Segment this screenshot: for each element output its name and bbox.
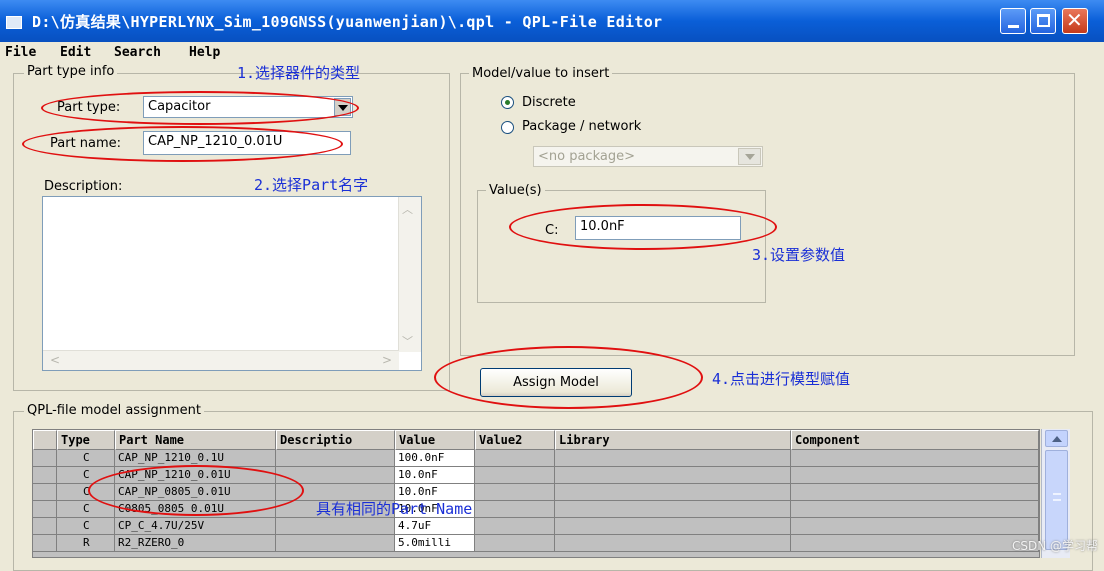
window-title: D:\仿真结果\HYPERLYNX_Sim_109GNSS(yuanwenjia… — [32, 13, 663, 31]
annotation-same-name: 具有相同的Part Name — [316, 500, 473, 518]
annotation-ellipse-part-name — [22, 126, 343, 162]
table-cell-value[interactable]: 5.0milli — [395, 535, 475, 552]
row-header-corner — [33, 430, 57, 450]
table-cell-library[interactable] — [555, 450, 791, 467]
model-value-label: Model/value to insert — [469, 66, 613, 81]
table-cell-value2[interactable] — [475, 501, 555, 518]
row-selector[interactable] — [33, 467, 57, 484]
radio-discrete-label: Discrete — [522, 95, 576, 110]
menu-help[interactable]: Help — [189, 45, 220, 60]
table-cell-value2[interactable] — [475, 450, 555, 467]
row-selector[interactable] — [33, 501, 57, 518]
chevron-up-icon — [1052, 436, 1062, 442]
description-textarea[interactable]: ︿ ﹀ < > — [42, 196, 422, 371]
col-header-description[interactable]: Descriptio — [276, 430, 395, 450]
minimize-icon — [1008, 25, 1019, 28]
qpl-assignment-label: QPL-file model assignment — [24, 403, 204, 418]
annotation-ellipse-value — [509, 204, 777, 250]
col-header-component[interactable]: Component — [791, 430, 1039, 450]
table-cell-library[interactable] — [555, 518, 791, 535]
table-cell-value2[interactable] — [475, 467, 555, 484]
annotation-step4: 4.点击进行模型赋值 — [712, 370, 851, 388]
table-cell-value2[interactable] — [475, 484, 555, 501]
maximize-icon — [1037, 14, 1050, 27]
radio-package-label: Package / network — [522, 119, 642, 134]
table-cell-value[interactable]: 4.7uF — [395, 518, 475, 535]
col-header-library[interactable]: Library — [555, 430, 791, 450]
annotation-ellipse-assign — [434, 346, 703, 409]
row-selector[interactable] — [33, 450, 57, 467]
menu-edit[interactable]: Edit — [60, 45, 91, 60]
title-bar: D:\仿真结果\HYPERLYNX_Sim_109GNSS(yuanwenjia… — [0, 0, 1104, 42]
table-cell-type[interactable]: C — [57, 518, 115, 535]
col-header-part-name[interactable]: Part Name — [115, 430, 276, 450]
table-cell-component[interactable] — [791, 484, 1039, 501]
package-select[interactable]: <no package> — [533, 146, 763, 167]
table-cell-library[interactable] — [555, 535, 791, 552]
menu-file[interactable]: File — [5, 45, 36, 60]
annotation-step2: 2.选择Part名字 — [254, 176, 369, 194]
table-cell-library[interactable] — [555, 484, 791, 501]
menu-search[interactable]: Search — [114, 45, 161, 60]
radio-discrete[interactable] — [501, 96, 514, 109]
table-cell-value[interactable]: 100.0nF — [395, 450, 475, 467]
minimize-button[interactable] — [1000, 8, 1026, 34]
scroll-thumb[interactable] — [1045, 450, 1068, 550]
package-dropdown-button[interactable] — [738, 148, 761, 165]
annotation-step3: 3.设置参数值 — [752, 246, 846, 264]
watermark: CSDN @学习帮 — [1011, 539, 1098, 553]
row-selector[interactable] — [33, 518, 57, 535]
table-cell-library[interactable] — [555, 467, 791, 484]
col-header-type[interactable]: Type — [57, 430, 115, 450]
table-cell-type[interactable]: C — [57, 450, 115, 467]
table-cell-component[interactable] — [791, 450, 1039, 467]
description-label: Description: — [44, 179, 123, 194]
maximize-button[interactable] — [1030, 8, 1056, 34]
menu-bar: File Edit Search Help — [0, 42, 1104, 64]
table-cell-component[interactable] — [791, 518, 1039, 535]
col-header-value2[interactable]: Value2 — [475, 430, 555, 450]
radio-package[interactable] — [501, 121, 514, 134]
row-selector[interactable] — [33, 484, 57, 501]
table-cell-description[interactable] — [276, 535, 395, 552]
part-type-info-label: Part type info — [24, 64, 118, 79]
table-cell-part-name[interactable]: CP_C_4.7U/25V — [115, 518, 276, 535]
grip-icon — [1053, 493, 1061, 501]
scroll-left-icon: < — [50, 353, 61, 367]
scroll-up-button[interactable] — [1045, 430, 1068, 447]
table-cell-type[interactable]: R — [57, 535, 115, 552]
annotation-step1: 1.选择器件的类型 — [237, 64, 361, 82]
table-cell-value2[interactable] — [475, 518, 555, 535]
app-icon — [6, 16, 22, 29]
scroll-up-icon: ︿ — [402, 203, 413, 216]
values-group-label: Value(s) — [486, 183, 545, 198]
annotation-ellipse-part-type — [41, 91, 359, 125]
scroll-right-icon: > — [381, 353, 392, 367]
scroll-down-icon: ﹀ — [402, 335, 413, 348]
table-cell-value2[interactable] — [475, 535, 555, 552]
table-cell-component[interactable] — [791, 467, 1039, 484]
chevron-down-icon — [745, 154, 755, 160]
table-cell-component[interactable] — [791, 535, 1039, 552]
description-hscroll[interactable]: < > — [43, 350, 399, 370]
description-vscroll[interactable]: ︿ ﹀ — [398, 197, 421, 352]
table-cell-description[interactable] — [276, 518, 395, 535]
col-header-value[interactable]: Value — [395, 430, 475, 450]
table-cell-description[interactable] — [276, 450, 395, 467]
annotation-ellipse-rows — [88, 465, 304, 516]
row-selector[interactable] — [33, 535, 57, 552]
close-button[interactable]: ✕ — [1062, 8, 1088, 34]
table-cell-value[interactable]: 10.0nF — [395, 467, 475, 484]
table-cell-component[interactable] — [791, 501, 1039, 518]
table-cell-part-name[interactable]: R2_RZERO_0 — [115, 535, 276, 552]
close-icon: ✕ — [1066, 8, 1083, 32]
table-cell-library[interactable] — [555, 501, 791, 518]
